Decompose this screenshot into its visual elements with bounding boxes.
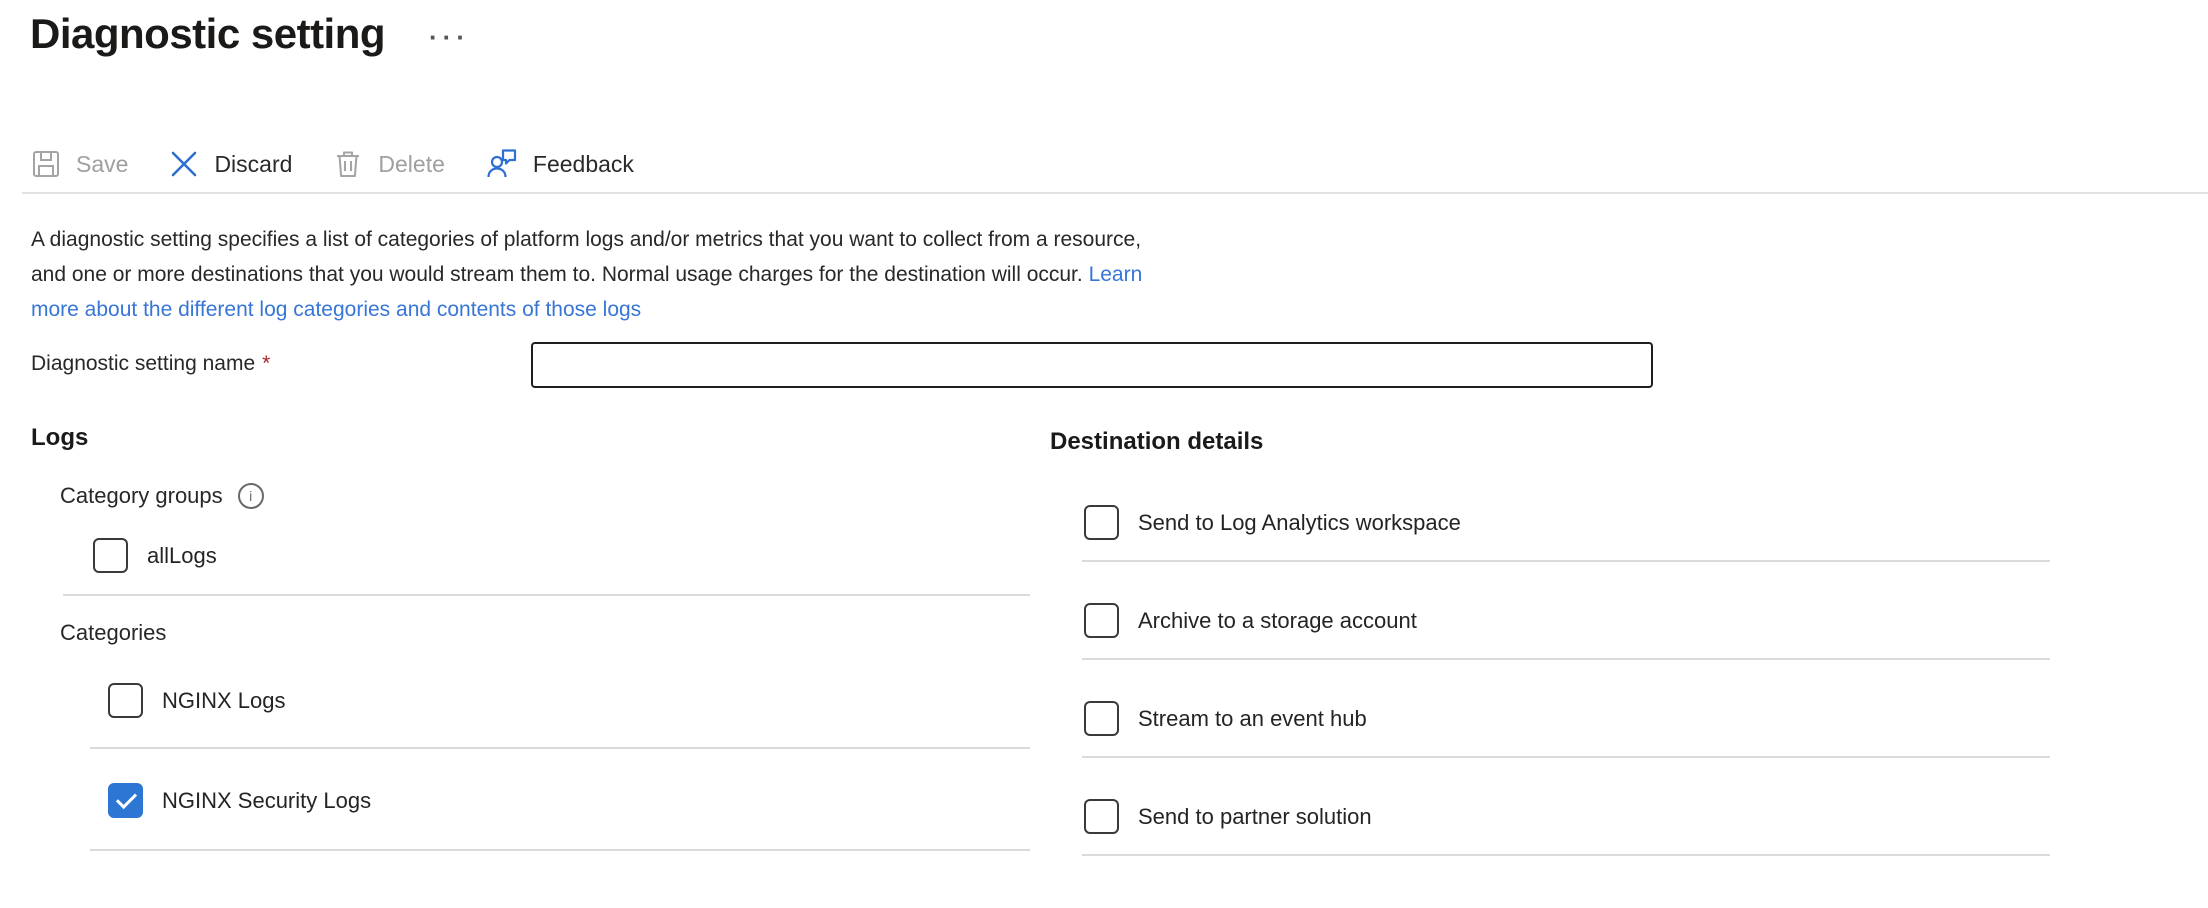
nginx-security-logs-label: NGINX Security Logs <box>162 788 371 814</box>
more-options-button[interactable]: ··· <box>429 22 470 53</box>
divider <box>1082 560 2050 562</box>
discard-label: Discard <box>214 151 292 178</box>
description-line1: A diagnostic setting specifies a list of… <box>31 228 1141 251</box>
send-to-log-analytics-label: Send to Log Analytics workspace <box>1138 510 1461 536</box>
category-groups-row: Category groups i <box>60 483 264 509</box>
trash-icon <box>332 148 364 180</box>
nginx-security-logs-checkbox[interactable] <box>108 783 143 818</box>
divider <box>1082 756 2050 758</box>
setting-name-input[interactable] <box>531 342 1653 388</box>
discard-button[interactable]: Discard <box>168 148 292 180</box>
stream-event-hub-checkbox[interactable] <box>1084 701 1119 736</box>
save-label: Save <box>76 151 128 178</box>
stream-event-hub-label: Stream to an event hub <box>1138 706 1367 732</box>
page-title: Diagnostic setting <box>30 10 385 58</box>
save-icon <box>30 148 62 180</box>
learn-more-link-continued[interactable]: more about the different log categories … <box>31 298 641 321</box>
archive-storage-row: Archive to a storage account <box>1084 603 1417 638</box>
setting-name-label: Diagnostic setting name * <box>31 352 270 376</box>
alllogs-checkbox[interactable] <box>93 538 128 573</box>
diagnostic-setting-page: Diagnostic setting ··· Save Discard <box>0 0 2208 908</box>
description-line2: and one or more destinations that you wo… <box>31 263 1089 286</box>
description: A diagnostic setting specifies a list of… <box>31 222 1142 327</box>
delete-label: Delete <box>378 151 444 178</box>
nginx-logs-label: NGINX Logs <box>162 688 286 714</box>
send-to-log-analytics-checkbox[interactable] <box>1084 505 1119 540</box>
destination-details-heading: Destination details <box>1050 428 1263 456</box>
stream-event-hub-row: Stream to an event hub <box>1084 701 1367 736</box>
alllogs-row: allLogs <box>93 538 217 573</box>
category-groups-label: Category groups <box>60 483 223 509</box>
categories-label: Categories <box>60 620 166 646</box>
feedback-label: Feedback <box>533 151 634 178</box>
divider <box>1082 658 2050 660</box>
archive-storage-checkbox[interactable] <box>1084 603 1119 638</box>
nginx-security-logs-row: NGINX Security Logs <box>108 783 371 818</box>
divider <box>1082 854 2050 856</box>
divider <box>90 747 1030 749</box>
info-icon[interactable]: i <box>238 483 264 509</box>
toolbar-divider <box>22 192 2208 194</box>
alllogs-label: allLogs <box>147 543 217 569</box>
required-asterisk: * <box>262 352 270 375</box>
nginx-logs-checkbox[interactable] <box>108 683 143 718</box>
send-partner-solution-row: Send to partner solution <box>1084 799 1372 834</box>
send-partner-solution-label: Send to partner solution <box>1138 804 1372 830</box>
feedback-button[interactable]: Feedback <box>485 147 634 181</box>
delete-button[interactable]: Delete <box>332 148 444 180</box>
command-bar: Save Discard Delete <box>30 141 634 187</box>
logs-heading: Logs <box>31 424 88 452</box>
archive-storage-label: Archive to a storage account <box>1138 608 1417 634</box>
save-button[interactable]: Save <box>30 148 128 180</box>
send-partner-solution-checkbox[interactable] <box>1084 799 1119 834</box>
nginx-logs-row: NGINX Logs <box>108 683 286 718</box>
learn-more-link[interactable]: Learn <box>1089 263 1143 286</box>
divider <box>90 849 1030 851</box>
send-to-log-analytics-row: Send to Log Analytics workspace <box>1084 505 1461 540</box>
divider <box>63 594 1030 596</box>
discard-x-icon <box>168 148 200 180</box>
setting-name-label-text: Diagnostic setting name <box>31 352 255 375</box>
feedback-person-icon <box>485 147 519 181</box>
